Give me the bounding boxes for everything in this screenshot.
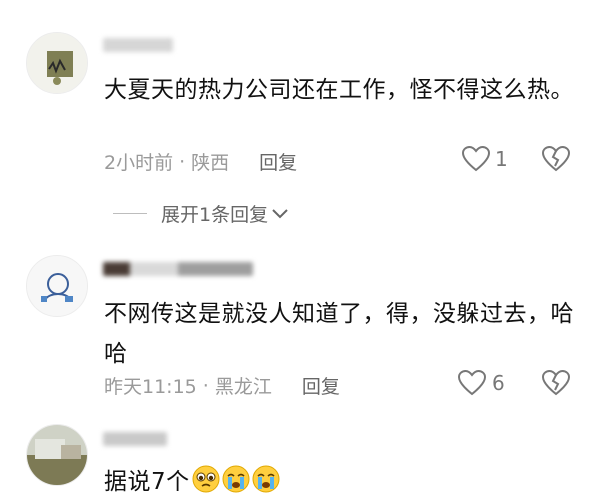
comment-time: 昨天11:15: [104, 376, 197, 398]
broken-heart-icon: [541, 369, 571, 396]
reply-button[interactable]: 回复: [302, 372, 340, 399]
dislike-button[interactable]: [541, 145, 571, 176]
comment-meta: 昨天11:15 · 黑龙江 回复: [104, 372, 340, 399]
reply-button[interactable]: 回复: [259, 148, 297, 175]
username-blurred[interactable]: [103, 262, 253, 276]
comment-region: 陕西: [191, 152, 230, 174]
heart-icon: [462, 146, 490, 172]
username-blurred[interactable]: [103, 432, 167, 446]
expand-divider: [113, 213, 147, 214]
comment-text: 不网传这是就没人知道了，得，没躲过去，哈哈: [104, 301, 574, 367]
avatar-image: [27, 33, 87, 93]
avatar[interactable]: [26, 255, 88, 317]
username-blurred[interactable]: [103, 38, 173, 52]
avatar-image: [27, 425, 87, 485]
crying-face-emoji-icon: [252, 465, 280, 493]
like-button[interactable]: 1: [462, 146, 508, 172]
separator-dot: ·: [179, 150, 186, 173]
heart-icon: [458, 370, 486, 396]
avatar[interactable]: [26, 32, 88, 94]
like-button[interactable]: 6: [458, 370, 505, 396]
expand-replies-label: 展开1条回复: [161, 204, 269, 226]
comment-time: 2小时前: [104, 152, 174, 174]
comment-text: 据说7个: [104, 462, 574, 502]
crying-face-emoji-icon: [222, 465, 250, 493]
expand-replies-button[interactable]: 展开1条回复: [113, 200, 288, 227]
broken-heart-icon: [541, 145, 571, 172]
comment-text: 大夏天的热力公司还在工作，怪不得这么热。: [104, 77, 574, 103]
dislike-button[interactable]: [541, 369, 571, 400]
comment-meta: 2小时前 · 陕西 回复: [104, 148, 297, 175]
avatar-image: [27, 256, 87, 316]
comment-text-body: 据说7个: [104, 469, 190, 495]
like-count: 1: [495, 147, 508, 171]
chevron-down-icon: [272, 208, 288, 218]
separator-dot: ·: [202, 374, 209, 397]
avatar[interactable]: [26, 424, 88, 486]
pleading-face-emoji-icon: [192, 465, 220, 493]
like-count: 6: [492, 371, 505, 395]
comment-region: 黑龙江: [214, 376, 272, 398]
